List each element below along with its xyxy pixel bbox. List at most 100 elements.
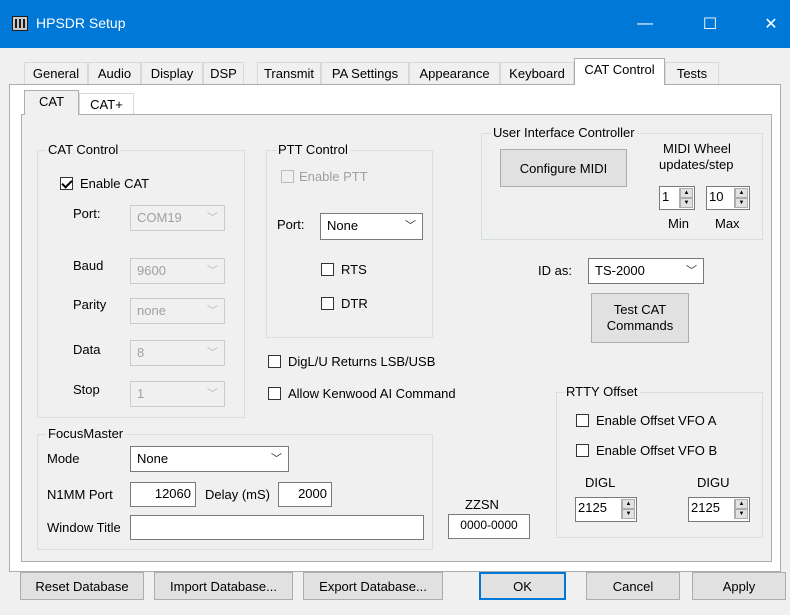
data-value: 8 xyxy=(137,345,145,360)
digl-returns-checkbox[interactable] xyxy=(268,355,281,368)
test-cat-line2: Commands xyxy=(606,318,674,333)
enable-offset-vfo-a-label: Enable Offset VFO A xyxy=(596,413,717,428)
enable-offset-vfo-b-checkbox[interactable] xyxy=(576,444,589,457)
rts-checkbox[interactable] xyxy=(321,263,334,276)
chevron-down-icon: ﹀ xyxy=(207,305,218,317)
tab-general[interactable]: General xyxy=(24,62,88,84)
dtr-label: DTR xyxy=(341,296,368,311)
tab-keyboard[interactable]: Keyboard xyxy=(500,62,574,84)
spin-up-icon[interactable]: ▲ xyxy=(735,499,748,509)
spin-down-icon[interactable]: ▼ xyxy=(735,509,748,519)
window-title-label: Window Title xyxy=(47,520,121,535)
window-title-input[interactable] xyxy=(130,515,424,540)
apply-button[interactable]: Apply xyxy=(692,572,786,600)
digu-spinner[interactable]: 2125 ▲ ▼ xyxy=(688,497,750,522)
ok-button[interactable]: OK xyxy=(479,572,566,600)
tab-tests[interactable]: Tests xyxy=(665,62,719,84)
parity-label: Parity xyxy=(73,297,107,312)
midi-min-spinner[interactable]: 1 ▲ ▼ xyxy=(659,186,695,210)
allow-kenwood-checkbox[interactable] xyxy=(268,387,281,400)
tab-transmit[interactable]: Transmit xyxy=(257,62,321,84)
midi-max-value: 10 xyxy=(709,189,724,204)
chevron-down-icon: ﹀ xyxy=(207,388,218,400)
radio-app-icon xyxy=(12,16,28,31)
ptt-port-select[interactable]: None ﹀ xyxy=(320,213,423,240)
spin-up-icon[interactable]: ▲ xyxy=(622,499,635,509)
export-database-button[interactable]: Export Database... xyxy=(303,572,443,600)
ui-controller-legend: User Interface Controller xyxy=(491,125,637,140)
digu-label: DIGU xyxy=(697,475,730,490)
spin-up-icon[interactable]: ▲ xyxy=(735,188,748,198)
baud-label: Baud xyxy=(73,258,104,273)
stop-select[interactable]: 1 ﹀ xyxy=(130,381,225,407)
digu-value: 2125 xyxy=(691,500,720,515)
tab-dsp[interactable]: DSP xyxy=(203,62,244,84)
digl-returns-label: DigL/U Returns LSB/USB xyxy=(288,354,436,369)
digl-label: DIGL xyxy=(585,475,616,490)
stop-label: Stop xyxy=(73,382,100,397)
cat-port-select[interactable]: COM19 ﹀ xyxy=(130,205,225,231)
tab-display[interactable]: Display xyxy=(141,62,203,84)
configure-midi-button[interactable]: Configure MIDI xyxy=(500,149,627,187)
subtab-cat-plus[interactable]: CAT+ xyxy=(79,93,134,115)
test-cat-commands-button[interactable]: Test CAT Commands xyxy=(591,293,689,343)
close-button[interactable]: ✕ xyxy=(748,0,790,48)
n1mm-port-input[interactable]: 12060 xyxy=(130,482,196,507)
enable-offset-vfo-b-label: Enable Offset VFO B xyxy=(596,443,718,458)
n1mm-port-label: N1MM Port xyxy=(47,487,113,502)
reset-database-button[interactable]: Reset Database xyxy=(20,572,144,600)
enable-cat-label: Enable CAT xyxy=(80,176,150,191)
maximize-button[interactable]: ☐ xyxy=(687,0,733,48)
midi-wheel-label: MIDI Wheel xyxy=(663,141,731,156)
dtr-checkbox[interactable] xyxy=(321,297,334,310)
digl-spinner[interactable]: 2125 ▲ ▼ xyxy=(575,497,637,522)
baud-select[interactable]: 9600 ﹀ xyxy=(130,258,225,284)
parity-value: none xyxy=(137,303,166,318)
test-cat-line1: Test CAT xyxy=(613,302,667,317)
cat-port-value: COM19 xyxy=(137,210,182,225)
enable-cat-checkbox[interactable] xyxy=(60,177,73,190)
rtty-offset-legend: RTTY Offset xyxy=(564,384,640,399)
chevron-down-icon: ﹀ xyxy=(686,265,697,277)
id-as-select[interactable]: TS-2000 ﹀ xyxy=(588,258,704,284)
ptt-port-label: Port: xyxy=(277,217,305,232)
minimize-button[interactable]: — xyxy=(622,0,668,48)
ptt-port-value: None xyxy=(327,218,359,233)
spin-up-icon[interactable]: ▲ xyxy=(680,188,693,198)
cat-port-label: Port: xyxy=(73,206,101,221)
enable-offset-vfo-a-checkbox[interactable] xyxy=(576,414,589,427)
data-label: Data xyxy=(73,342,101,357)
midi-max-spinner[interactable]: 10 ▲ ▼ xyxy=(706,186,750,210)
subtab-cat[interactable]: CAT xyxy=(24,90,79,115)
chevron-down-icon: ﹀ xyxy=(207,212,218,224)
spin-buttons: ▲ ▼ xyxy=(621,499,635,519)
data-select[interactable]: 8 ﹀ xyxy=(130,340,225,366)
allow-kenwood-label: Allow Kenwood AI Command xyxy=(288,386,456,401)
enable-ptt-checkbox[interactable] xyxy=(281,170,294,183)
tab-appearance[interactable]: Appearance xyxy=(409,62,500,84)
title-bar[interactable]: HPSDR Setup — ☐ ✕ xyxy=(0,0,790,48)
spin-buttons: ▲ ▼ xyxy=(734,499,748,519)
spin-down-icon[interactable]: ▼ xyxy=(735,198,748,208)
tab-cat-control[interactable]: CAT Control xyxy=(574,58,665,85)
ptt-control-legend: PTT Control xyxy=(276,142,350,157)
zzsn-input[interactable]: 0000-0000 xyxy=(448,514,530,539)
tab-pa-settings[interactable]: PA Settings xyxy=(321,62,409,84)
baud-value: 9600 xyxy=(137,263,166,278)
cat-control-legend: CAT Control xyxy=(46,142,121,157)
chevron-down-icon: ﹀ xyxy=(207,347,218,359)
spin-down-icon[interactable]: ▼ xyxy=(680,198,693,208)
delay-label: Delay (mS) xyxy=(205,487,271,502)
spin-down-icon[interactable]: ▼ xyxy=(622,509,635,519)
midi-updates-label: updates/step xyxy=(659,157,734,172)
delay-input[interactable]: 2000 xyxy=(278,482,332,507)
midi-min-value: 1 xyxy=(662,189,670,204)
cancel-button[interactable]: Cancel xyxy=(586,572,680,600)
rts-label: RTS xyxy=(341,262,367,277)
spin-buttons: ▲ ▼ xyxy=(734,188,748,208)
midi-max-label: Max xyxy=(715,216,740,231)
mode-select[interactable]: None ﹀ xyxy=(130,446,289,472)
tab-audio[interactable]: Audio xyxy=(88,62,141,84)
parity-select[interactable]: none ﹀ xyxy=(130,298,225,324)
import-database-button[interactable]: Import Database... xyxy=(154,572,293,600)
